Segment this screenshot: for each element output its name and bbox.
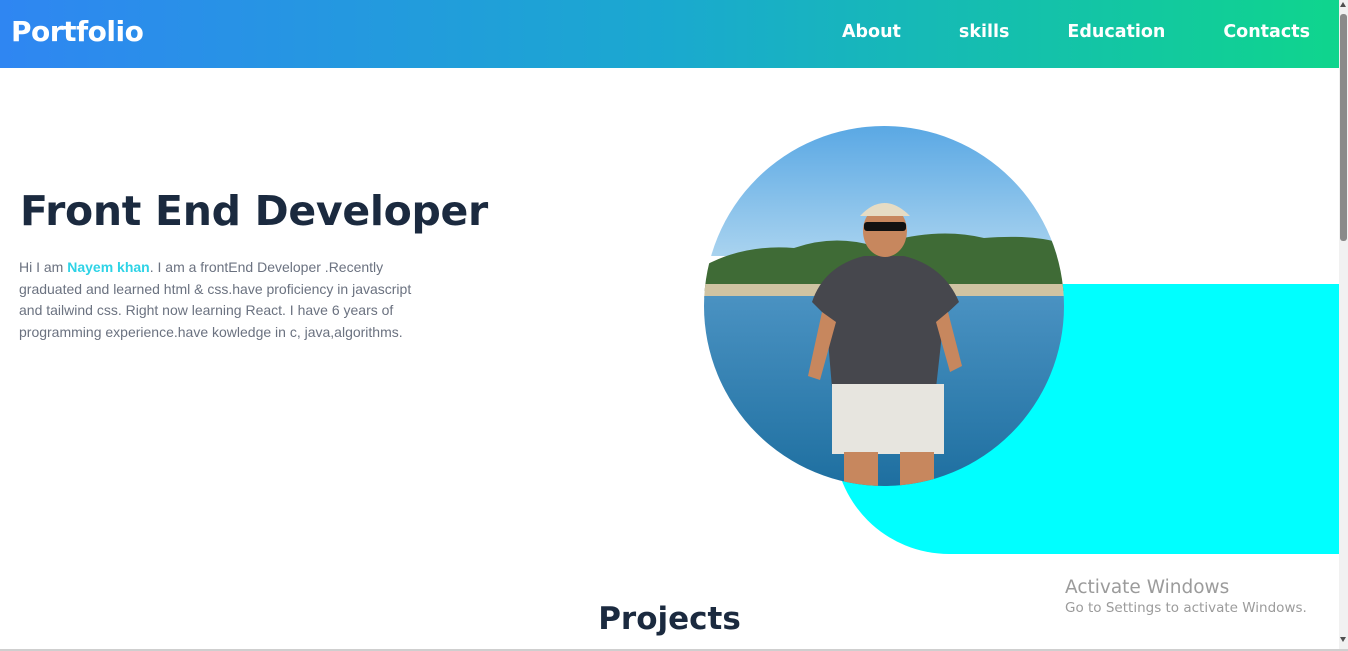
nav-link-contacts[interactable]: Contacts (1223, 22, 1310, 42)
navbar: Portfolio About skills Education Contact… (0, 0, 1339, 68)
brand-logo[interactable]: Portfolio (11, 15, 144, 48)
scrollbar-thumb[interactable] (1340, 14, 1347, 241)
profile-photo-illustration (704, 126, 1064, 486)
nav-links: About skills Education Contacts (842, 22, 1310, 42)
scroll-down-arrow-icon[interactable] (1340, 637, 1346, 642)
intro-prefix: Hi I am (19, 259, 68, 275)
developer-name: Nayem khan (67, 259, 150, 275)
scroll-up-arrow-icon[interactable] (1340, 2, 1346, 7)
nav-link-skills[interactable]: skills (959, 22, 1009, 42)
vertical-scrollbar[interactable] (1339, 0, 1348, 651)
hero-title: Front End Developer (20, 187, 488, 235)
watermark-title: Activate Windows (1065, 577, 1230, 598)
portfolio-page: Portfolio About skills Education Contact… (0, 0, 1339, 651)
hero-description: Hi I am Nayem khan. I am a frontEnd Deve… (19, 257, 419, 343)
projects-heading: Projects (598, 601, 741, 637)
nav-link-education[interactable]: Education (1067, 22, 1165, 42)
nav-link-about[interactable]: About (842, 22, 901, 42)
profile-photo (704, 126, 1064, 486)
